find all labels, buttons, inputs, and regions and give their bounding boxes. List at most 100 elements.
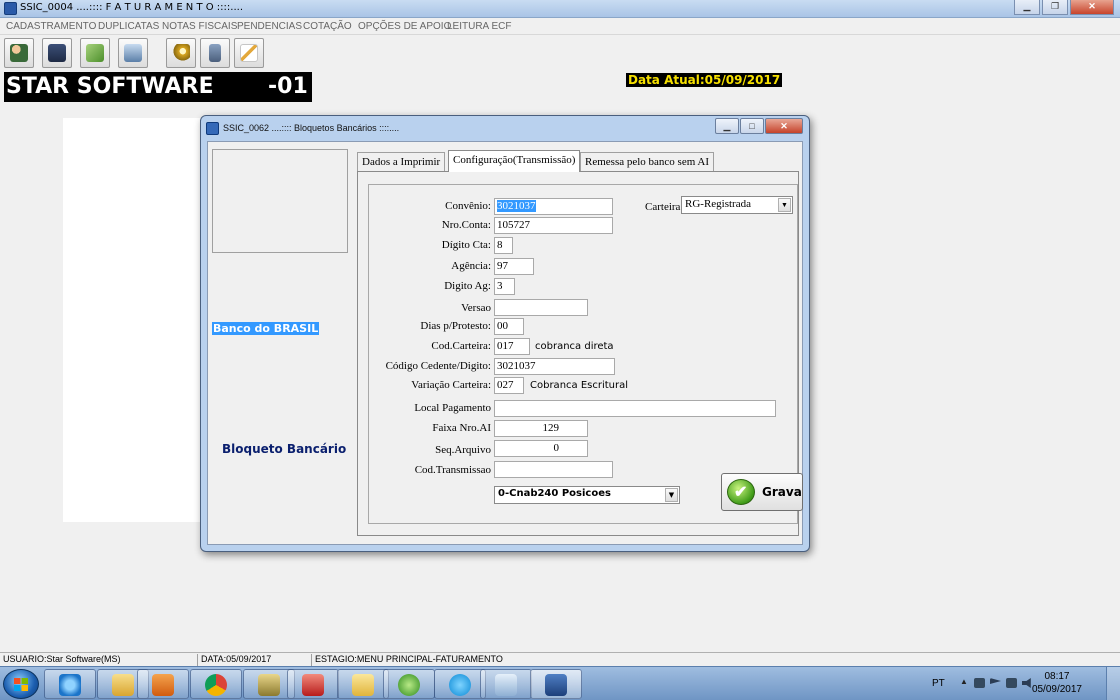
grava-label: Grava <box>762 485 802 499</box>
calculator-button[interactable] <box>200 38 230 68</box>
dialog-close-icon[interactable]: ✕ <box>765 118 803 134</box>
carteira-label: Carteira <box>645 201 681 213</box>
dias-protesto-field[interactable]: 00 <box>494 318 524 335</box>
taskbar-ssic-app[interactable] <box>530 669 582 699</box>
bloqueto-label: Bloqueto Bancário <box>222 442 347 456</box>
search-keys-icon <box>172 44 190 62</box>
windows-logo-icon <box>14 678 28 691</box>
menu-pendencias[interactable]: PENDENCIAS <box>237 21 302 32</box>
taskbar-notes[interactable] <box>480 669 532 699</box>
faixa-nro-ai-field[interactable]: 129 <box>494 420 588 437</box>
flag-icon[interactable] <box>990 678 1001 684</box>
taskbar-folder[interactable] <box>337 669 389 699</box>
tab-dados-a-imprimir[interactable]: Dados a Imprimir <box>357 152 446 172</box>
layout-select[interactable]: 0-Cnab240 Posicoes ▼ <box>494 486 680 504</box>
ssic-app-icon <box>545 674 567 696</box>
conta-field[interactable]: 105727 <box>494 217 613 234</box>
bank-name-label: Banco do BRASIL <box>212 322 320 335</box>
chevron-down-icon[interactable]: ▼ <box>778 198 791 212</box>
carteira-select[interactable]: RG-Registrada ▼ <box>681 196 793 214</box>
explorer-icon <box>112 674 134 696</box>
clock[interactable]: 08:17 05/09/2017 <box>1032 670 1082 696</box>
variacao-carteira-note: Cobranca Escritural <box>530 380 629 391</box>
acrobat-icon <box>302 674 324 696</box>
computer-button[interactable] <box>118 38 148 68</box>
users-button[interactable] <box>4 38 34 68</box>
taskbar-skype[interactable] <box>434 669 486 699</box>
media-player-icon <box>152 674 174 696</box>
minimize-icon[interactable]: ▁ <box>1014 0 1040 15</box>
maximize-icon[interactable]: ❐ <box>1042 0 1068 15</box>
menu-notas-fiscais[interactable]: NOTAS FISCAIS <box>162 21 237 32</box>
skype-icon <box>449 674 471 696</box>
taskbar-acrobat[interactable] <box>287 669 339 699</box>
start-button[interactable] <box>3 669 39 699</box>
tab-remessa[interactable]: Remessa pelo banco sem AI <box>580 152 715 172</box>
background-panel <box>63 118 213 522</box>
local-pagamento-field[interactable] <box>494 400 776 417</box>
edit-button[interactable] <box>234 38 264 68</box>
language-indicator[interactable]: PT <box>932 678 945 689</box>
7zip-icon <box>258 674 280 696</box>
cod-transmissao-field[interactable] <box>494 461 613 478</box>
dialog-maximize-icon[interactable]: □ <box>740 118 764 134</box>
chevron-down-icon[interactable]: ▼ <box>665 488 678 502</box>
status-estagio: ESTAGIO:MENU PRINCIPAL-FATURAMENTO <box>315 654 503 664</box>
conta-label: Nro.Conta: <box>441 219 491 231</box>
calculator-icon <box>209 44 221 62</box>
menu-cotacao[interactable]: COTAÇÃO <box>303 21 352 32</box>
company-code: -01 <box>268 74 308 99</box>
menu-cadastramento[interactable]: CADASTRAMENTO <box>6 21 96 32</box>
versao-label: Versao <box>461 302 491 314</box>
variacao-carteira-field[interactable]: 027 <box>494 377 524 394</box>
menu-bar: CADASTRAMENTO DUPLICATAS NOTAS FISCAIS P… <box>0 18 1120 35</box>
taskbar-media-player[interactable] <box>137 669 189 699</box>
layout-value: 0-Cnab240 Posicoes <box>498 488 611 499</box>
close-icon[interactable]: ✕ <box>1070 0 1114 15</box>
agencia-field[interactable]: 97 <box>494 258 534 275</box>
taskbar-utorrent[interactable] <box>383 669 435 699</box>
versao-field[interactable] <box>494 299 588 316</box>
keyboard-icon[interactable] <box>974 678 985 688</box>
taskbar-ie[interactable] <box>44 669 96 699</box>
grava-button[interactable]: Grava <box>721 473 803 511</box>
trash-icon <box>48 44 66 62</box>
menu-duplicatas[interactable]: DUPLICATAS <box>98 21 159 32</box>
ie-icon <box>59 674 81 696</box>
cod-carteira-field[interactable]: 017 <box>494 338 530 355</box>
search-keys-button[interactable] <box>166 38 196 68</box>
status-data: DATA:05/09/2017 <box>198 654 312 666</box>
digito-ag-field[interactable]: 3 <box>494 278 515 295</box>
show-desktop-button[interactable] <box>1106 667 1120 700</box>
taskbar-chrome[interactable] <box>190 669 242 699</box>
tray-expand-icon[interactable]: ▲ <box>960 677 968 687</box>
app-icon <box>4 2 17 15</box>
digito-ag-label: Digito Ag: <box>444 280 491 292</box>
utorrent-icon <box>398 674 420 696</box>
check-icon <box>727 479 755 505</box>
faixa-nro-ai-label: Faixa Nro.AI <box>432 422 491 434</box>
cod-cedente-field[interactable]: 3021037 <box>494 358 615 375</box>
clock-time: 08:17 <box>1044 671 1070 682</box>
dialog-title-bar: SSIC_0062 ....:::: Bloquetos Bancários :… <box>201 116 809 140</box>
edit-icon <box>240 44 258 62</box>
digito-cta-label: Dígito Cta: <box>441 239 491 251</box>
network-icon[interactable] <box>1006 678 1017 688</box>
seq-arquivo-label: Seq.Arquivo <box>435 444 491 456</box>
menu-leitura-ecf[interactable]: LEITURA ECF <box>447 21 511 32</box>
convenio-field[interactable]: 3021037 <box>494 198 613 215</box>
status-usuario: USUARIO:Star Software(MS) <box>0 654 198 666</box>
convenio-label: Convênio: <box>445 200 491 212</box>
company-name: STAR SOFTWARE <box>6 74 214 99</box>
money-button[interactable] <box>80 38 110 68</box>
computer-icon <box>124 44 142 62</box>
menu-opcoes-de-apoio[interactable]: OPÇÕES DE APOIO <box>358 21 451 32</box>
seq-arquivo-field[interactable]: 0 <box>494 440 588 457</box>
dialog-title: SSIC_0062 ....:::: Bloquetos Bancários :… <box>223 123 400 133</box>
tab-configuracao[interactable]: Configuração(Transmissão) <box>448 150 581 172</box>
trash-button[interactable] <box>42 38 72 68</box>
tab-panel-configuracao: Convênio: 3021037 Carteira RG-Registrada… <box>357 171 803 536</box>
dias-protesto-label: Dias p/Protesto: <box>420 320 491 332</box>
digito-cta-field[interactable]: 8 <box>494 237 513 254</box>
dialog-minimize-icon[interactable]: ▁ <box>715 118 739 134</box>
